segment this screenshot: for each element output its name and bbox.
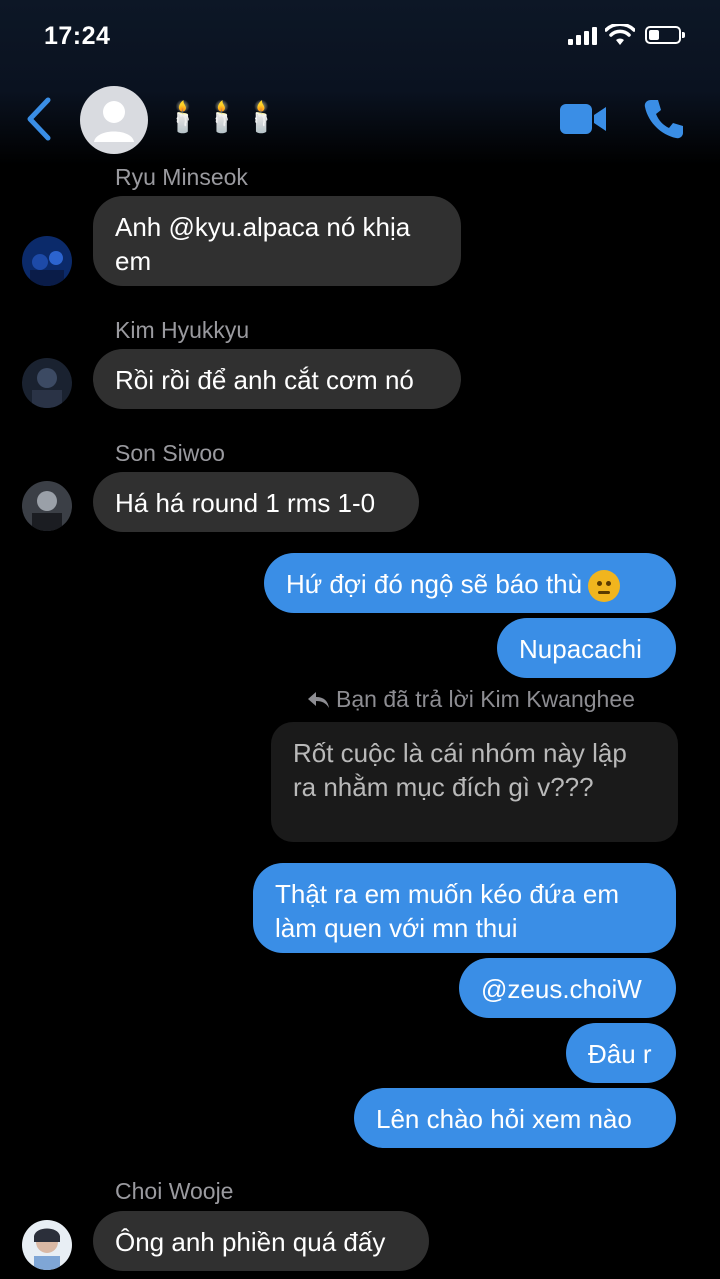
battery-icon — [645, 26, 685, 44]
signal-icon — [568, 27, 597, 45]
reply-indicator: Bạn đã trả lời Kim Kwanghee — [306, 686, 635, 713]
video-call-icon[interactable] — [558, 100, 608, 138]
outgoing-message-bubble[interactable]: Lên chào hỏi xem nào — [354, 1088, 676, 1148]
outgoing-message-bubble[interactable]: Nupacachi — [497, 618, 676, 678]
sender-name: Kim Hyukkyu — [115, 317, 250, 343]
group-avatar[interactable] — [80, 86, 148, 154]
incoming-message-bubble[interactable]: Ông anh phiền quá đấy — [93, 1211, 429, 1271]
sender-name: Ryu Minseok — [115, 164, 248, 190]
reply-indicator-text: Bạn đã trả lời Kim Kwanghee — [336, 686, 635, 712]
outgoing-message-bubble[interactable]: Thật ra em muốn kéo đứa em làm quen với … — [253, 863, 676, 953]
sender-name: Choi Wooje — [115, 1178, 234, 1204]
status-time: 17:24 — [44, 22, 111, 50]
avatar-kim-hyukkyu[interactable] — [22, 358, 72, 408]
outgoing-message-bubble[interactable]: Đâu r — [566, 1023, 676, 1083]
incoming-message-bubble[interactable]: Anh @kyu.alpaca nó khịa em — [93, 196, 461, 286]
chat-header: 17:24 🕯️🕯️🕯️ — [0, 0, 720, 165]
quoted-reply-bubble[interactable]: Rốt cuộc là cái nhóm này lập ra nhằm mục… — [271, 722, 678, 842]
back-arrow-icon[interactable] — [22, 96, 56, 142]
conversation-title[interactable]: 🕯️🕯️🕯️ — [164, 100, 282, 135]
message-text: Hứ đợi đó ngộ sẽ báo thù — [286, 569, 583, 599]
outgoing-message-bubble[interactable]: @zeus.choiW — [459, 958, 676, 1018]
default-person-icon — [94, 101, 134, 142]
reply-arrow-icon — [308, 691, 329, 708]
incoming-message-bubble[interactable]: Rồi rồi để anh cắt cơm nó — [93, 349, 461, 409]
avatar-choi-wooje[interactable] — [22, 1220, 72, 1270]
incoming-message-bubble[interactable]: Há há round 1 rms 1-0 — [93, 472, 419, 532]
avatar-son-siwoo[interactable] — [22, 481, 72, 531]
outgoing-message-bubble[interactable]: Hứ đợi đó ngộ sẽ báo thù — [264, 553, 676, 613]
avatar-ryu-minseok[interactable] — [22, 236, 72, 286]
phone-call-icon[interactable] — [642, 97, 686, 141]
angry-face-emoji-icon — [588, 570, 621, 603]
wifi-icon — [605, 24, 635, 45]
sender-name: Son Siwoo — [115, 440, 225, 466]
